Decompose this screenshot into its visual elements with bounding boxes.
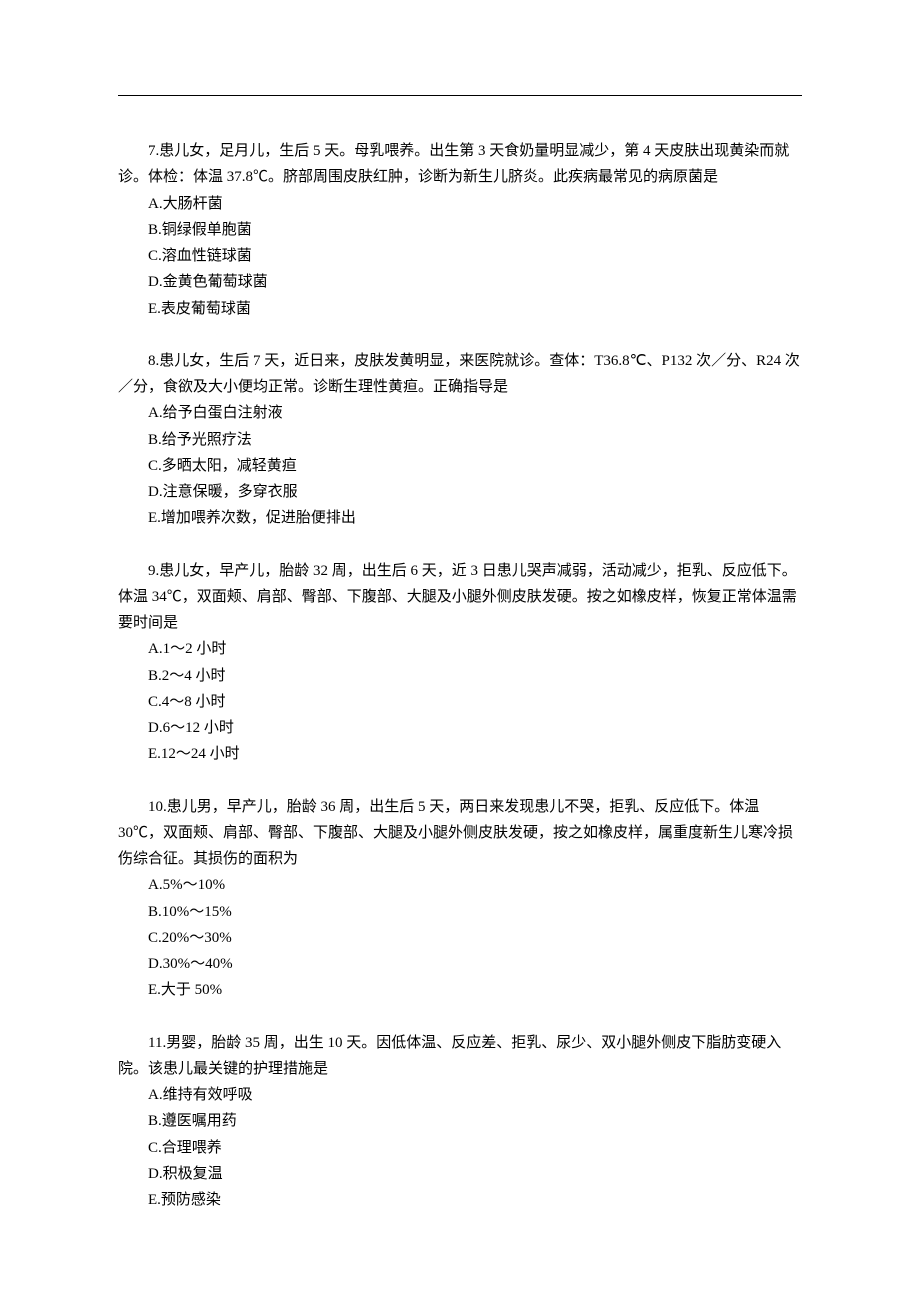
question-number: 8.: [148, 353, 159, 369]
question-option: E.大于 50%: [118, 977, 802, 1003]
question-stem: 8.患儿女，生后 7 天，近日来，皮肤发黄明显，来医院就诊。查体：T36.8℃、…: [118, 348, 802, 401]
question-option: A.给予白蛋白注射液: [118, 400, 802, 426]
question-option: C.合理喂养: [118, 1135, 802, 1161]
question-option: D.金黄色葡萄球菌: [118, 269, 802, 295]
question-option: E.12～24 小时: [118, 741, 802, 767]
question-option: E.预防感染: [118, 1187, 802, 1213]
question-option: B.遵医嘱用药: [118, 1108, 802, 1134]
question-8: 8.患儿女，生后 7 天，近日来，皮肤发黄明显，来医院就诊。查体：T36.8℃、…: [118, 348, 802, 532]
question-10: 10.患儿男，早产儿，胎龄 36 周，出生后 5 天，两日来发现患儿不哭，拒乳、…: [118, 794, 802, 1004]
question-7: 7.患儿女，足月儿，生后 5 天。母乳喂养。出生第 3 天食奶量明显减少，第 4…: [118, 138, 802, 322]
question-text: 患儿女，足月儿，生后 5 天。母乳喂养。出生第 3 天食奶量明显减少，第 4 天…: [118, 143, 789, 185]
question-option: C.多晒太阳，减轻黄疸: [118, 453, 802, 479]
question-option: B.给予光照疗法: [118, 427, 802, 453]
question-number: 9.: [148, 563, 159, 579]
question-text: 男婴，胎龄 35 周，出生 10 天。因低体温、反应差、拒乳、尿少、双小腿外侧皮…: [118, 1035, 781, 1077]
question-option: D.30%～40%: [118, 951, 802, 977]
question-option: C.20%～30%: [118, 925, 802, 951]
question-option: E.表皮葡萄球菌: [118, 296, 802, 322]
question-stem: 9.患儿女，早产儿，胎龄 32 周，出生后 6 天，近 3 日患儿哭声减弱，活动…: [118, 558, 802, 637]
question-option: A.1～2 小时: [118, 636, 802, 662]
question-option: D.积极复温: [118, 1161, 802, 1187]
question-option: C.4～8 小时: [118, 689, 802, 715]
question-option: A.维持有效呼吸: [118, 1082, 802, 1108]
question-number: 11.: [148, 1035, 166, 1051]
question-9: 9.患儿女，早产儿，胎龄 32 周，出生后 6 天，近 3 日患儿哭声减弱，活动…: [118, 558, 802, 768]
question-text: 患儿女，生后 7 天，近日来，皮肤发黄明显，来医院就诊。查体：T36.8℃、P1…: [118, 353, 800, 395]
question-stem: 11.男婴，胎龄 35 周，出生 10 天。因低体温、反应差、拒乳、尿少、双小腿…: [118, 1030, 802, 1083]
question-text: 患儿男，早产儿，胎龄 36 周，出生后 5 天，两日来发现患儿不哭，拒乳、反应低…: [118, 799, 793, 868]
question-option: C.溶血性链球菌: [118, 243, 802, 269]
question-option: D.注意保暖，多穿衣服: [118, 479, 802, 505]
horizontal-rule: [118, 95, 802, 96]
question-option: B.10%～15%: [118, 899, 802, 925]
page: 7.患儿女，足月儿，生后 5 天。母乳喂养。出生第 3 天食奶量明显减少，第 4…: [0, 0, 920, 1302]
question-text: 患儿女，早产儿，胎龄 32 周，出生后 6 天，近 3 日患儿哭声减弱，活动减少…: [118, 563, 797, 632]
question-option: A.大肠杆菌: [118, 191, 802, 217]
question-option: D.6～12 小时: [118, 715, 802, 741]
question-option: E.增加喂养次数，促进胎便排出: [118, 505, 802, 531]
question-option: B.铜绿假单胞菌: [118, 217, 802, 243]
question-11: 11.男婴，胎龄 35 周，出生 10 天。因低体温、反应差、拒乳、尿少、双小腿…: [118, 1030, 802, 1214]
question-stem: 7.患儿女，足月儿，生后 5 天。母乳喂养。出生第 3 天食奶量明显减少，第 4…: [118, 138, 802, 191]
question-stem: 10.患儿男，早产儿，胎龄 36 周，出生后 5 天，两日来发现患儿不哭，拒乳、…: [118, 794, 802, 873]
question-option: B.2～4 小时: [118, 663, 802, 689]
question-number: 10.: [148, 799, 167, 815]
question-number: 7.: [148, 143, 159, 159]
question-option: A.5%～10%: [118, 872, 802, 898]
